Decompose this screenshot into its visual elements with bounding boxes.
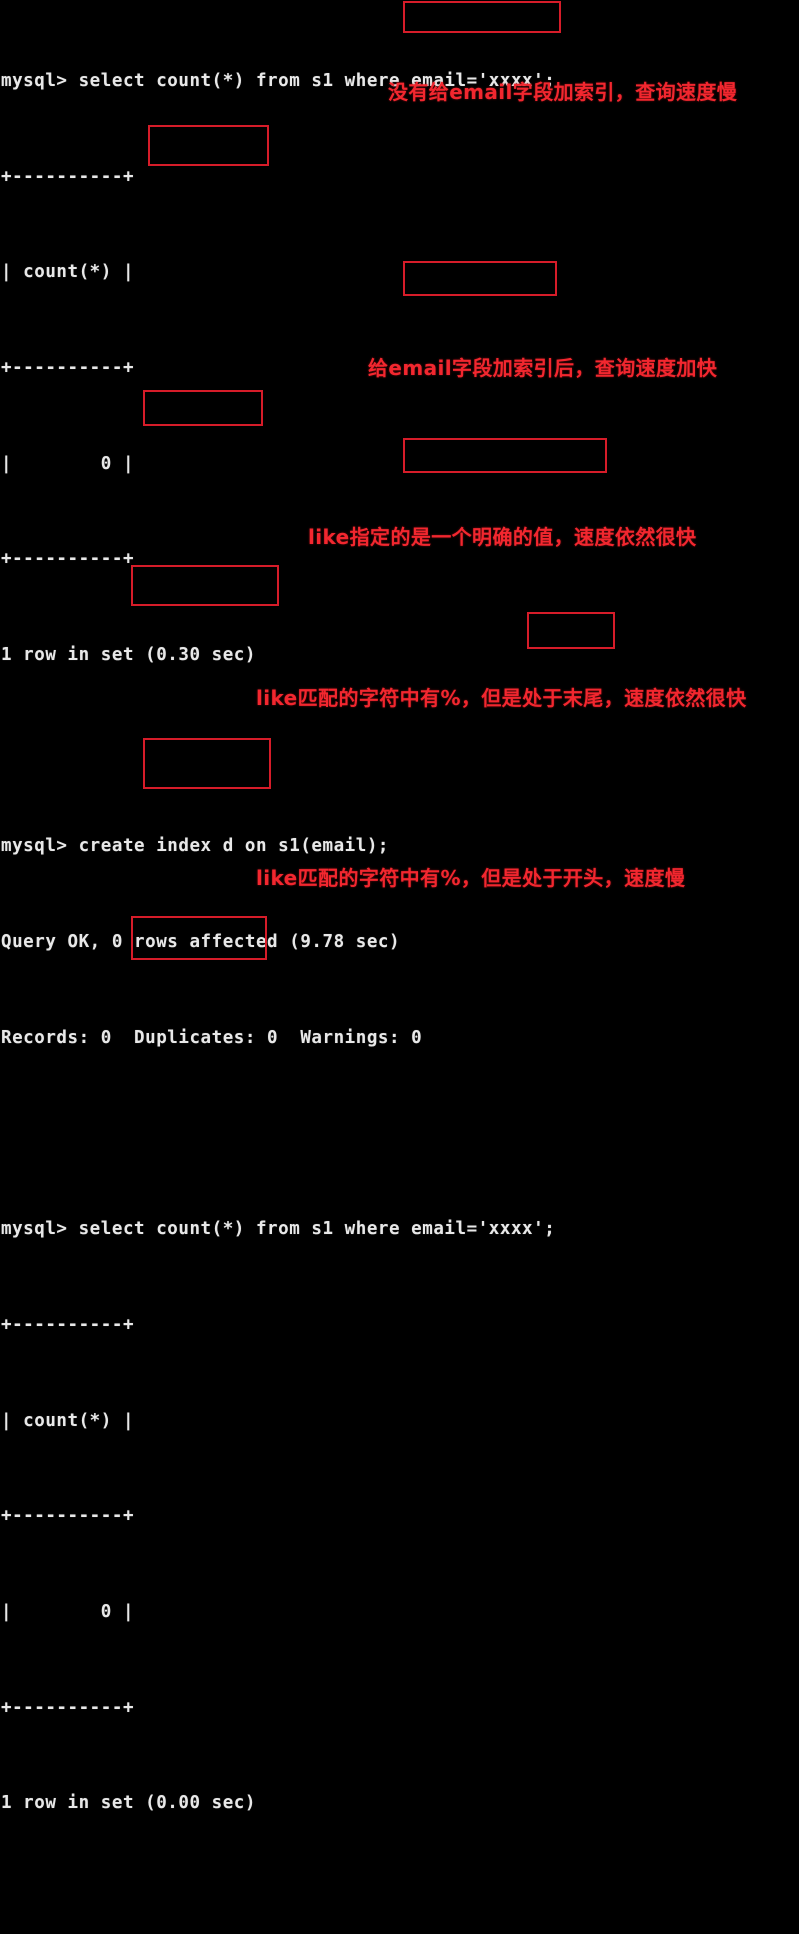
- terminal-line: Query OK, 0 rows affected (9.78 sec): [1, 932, 401, 953]
- terminal-line: | 0 |: [1, 453, 135, 474]
- terminal-line: | count(*) |: [1, 1410, 135, 1431]
- annotation-like-suffix: like匹配的字符中有%，但是处于末尾，速度依然很快: [256, 686, 747, 710]
- terminal-line: 1 row in set (0.00 sec): [1, 1793, 256, 1814]
- annotation-like-prefix: like匹配的字符中有%，但是处于开头，速度慢: [256, 866, 686, 890]
- terminal-output[interactable]: mysql> select count(*) from s1 where ema…: [0, 0, 799, 1814]
- terminal-line: | 0 |: [1, 1602, 135, 1623]
- annotation-like-exact: like指定的是一个明确的值，速度依然很快: [308, 525, 697, 549]
- annotation-no-index: 没有给email字段加索引，查询速度慢: [388, 80, 738, 104]
- terminal-line: +----------+: [1, 1697, 135, 1718]
- terminal-line: 1 row in set (0.30 sec): [1, 645, 256, 666]
- terminal-line: | count(*) |: [1, 262, 135, 283]
- annotation-with-index: 给email字段加索引后，查询速度加快: [368, 356, 718, 380]
- terminal-line: +----------+: [1, 166, 135, 187]
- terminal-line: +----------+: [1, 1314, 135, 1335]
- terminal-screen: mysql> select count(*) from s1 where ema…: [0, 0, 799, 1814]
- terminal-line: mysql> create index d on s1(email);: [1, 836, 390, 857]
- terminal-line: +----------+: [1, 1506, 135, 1527]
- terminal-line: mysql> select count(*) from s1 where ema…: [1, 1219, 556, 1240]
- terminal-line: Records: 0 Duplicates: 0 Warnings: 0: [1, 1027, 423, 1048]
